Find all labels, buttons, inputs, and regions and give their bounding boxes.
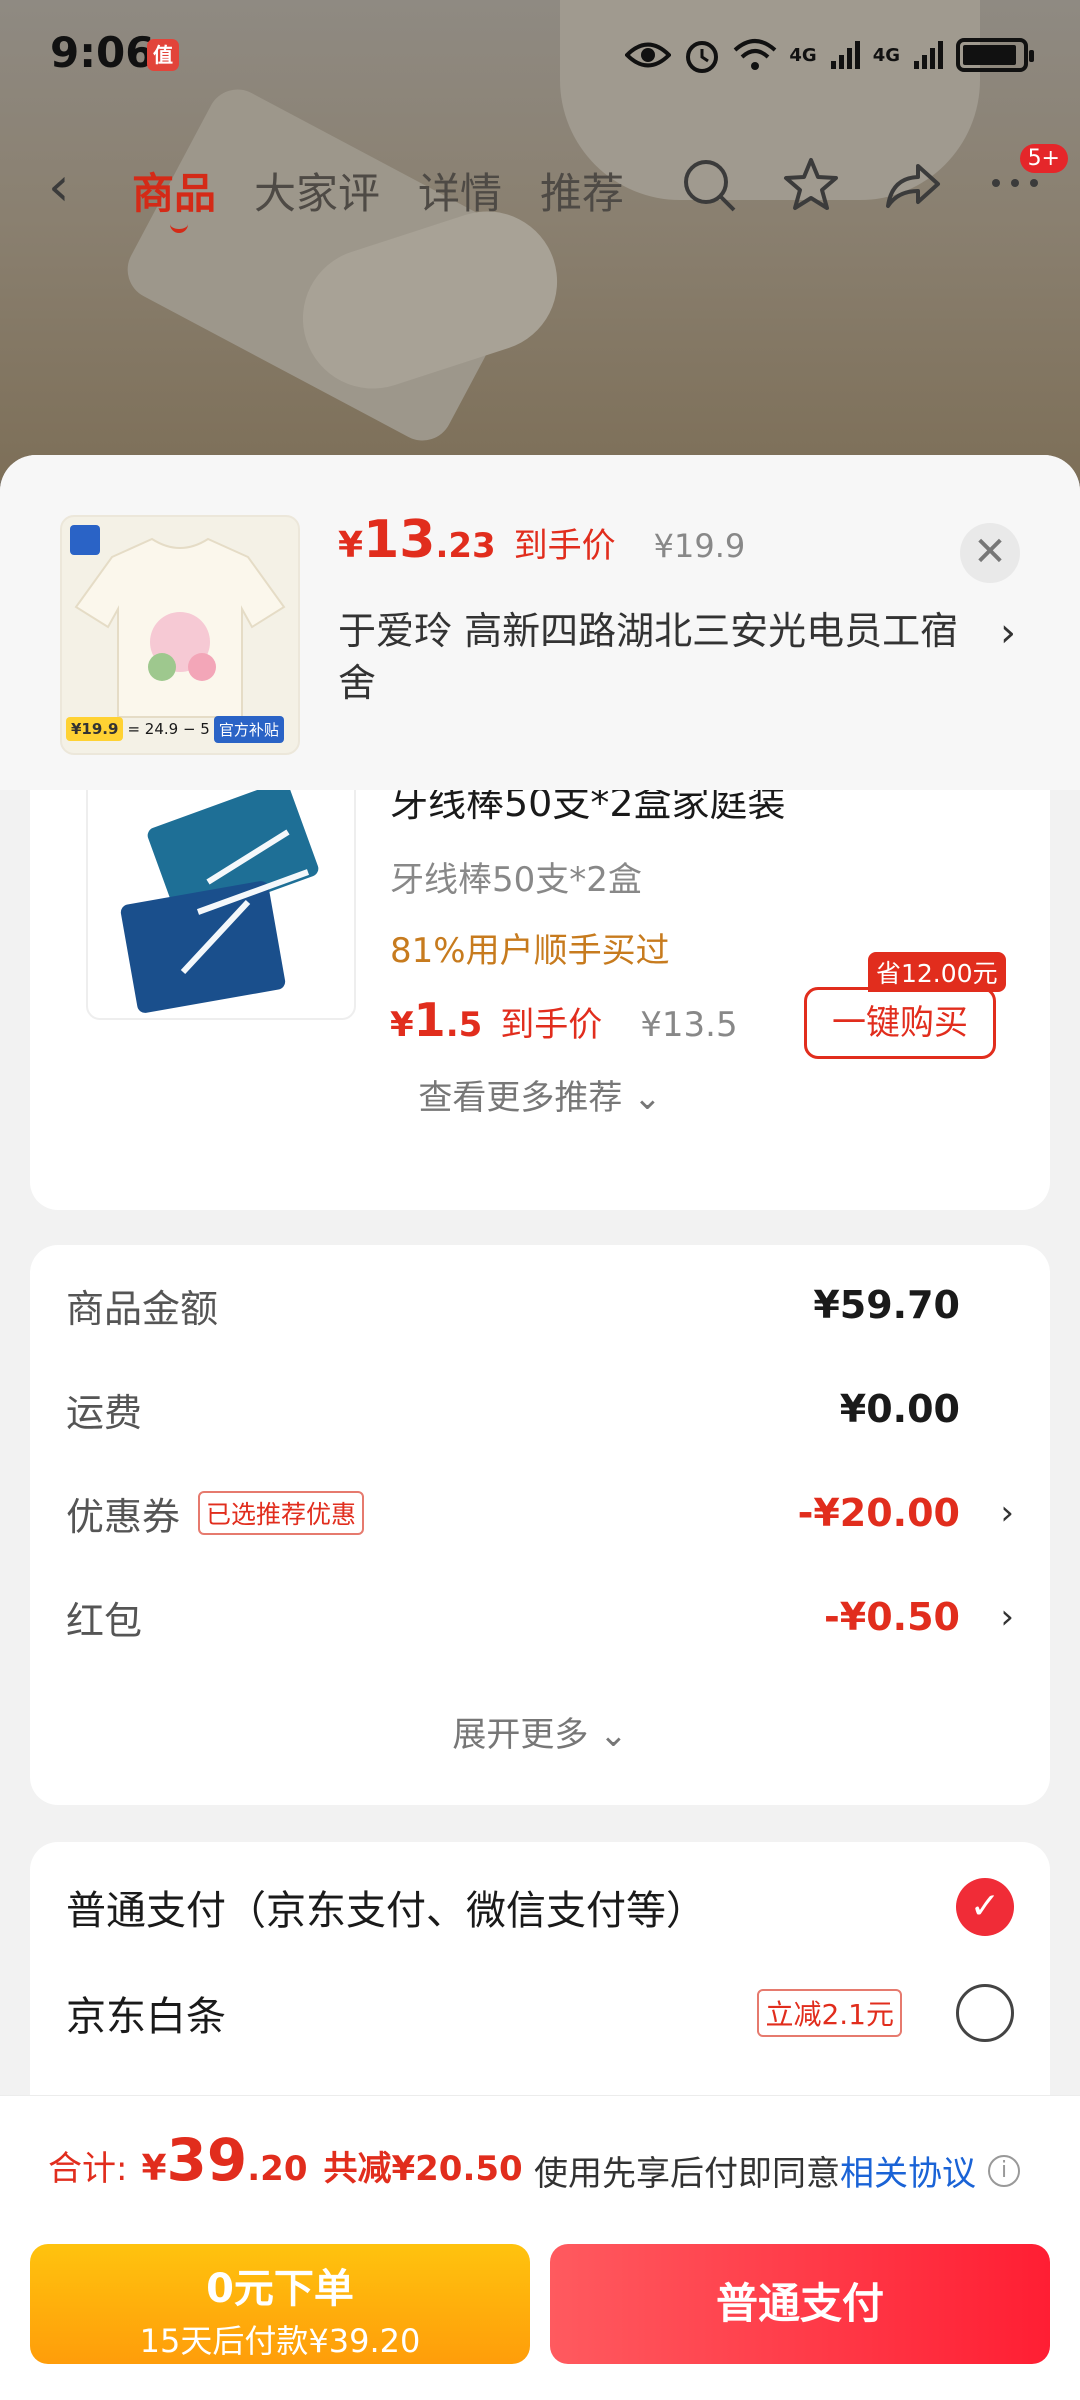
summary-row-subtotal: 商品金额 ¥59.70 <box>66 1275 1014 1335</box>
tab-product[interactable]: 商品 <box>132 160 216 233</box>
tab-recommend[interactable]: 推荐 <box>540 160 624 221</box>
agreement-link[interactable]: 相关协议 <box>840 2146 976 2195</box>
close-icon[interactable]: ✕ <box>960 523 1020 583</box>
share-icon[interactable] <box>882 154 944 216</box>
see-more-recommend[interactable]: 查看更多推荐 ⌄ <box>30 1070 1050 1119</box>
payment-label: 京东白条 <box>66 1994 226 2040</box>
eye-icon <box>625 42 672 68</box>
pay-later-title: 0元下单 <box>206 2266 354 2312</box>
chevron-right-icon[interactable]: › <box>1000 610 1016 656</box>
status-icons: 4G 4G <box>625 36 1034 74</box>
payment-label: 普通支付（京东支付、微信支付等） <box>66 1888 706 1934</box>
one-click-buy-button[interactable]: 一键购买 <box>804 987 996 1059</box>
info-icon[interactable]: i <box>988 2154 1020 2187</box>
price-label: 到手价 <box>513 526 616 566</box>
app-notification-icon: 值 <box>147 39 179 71</box>
summary-value: -¥20.00 <box>797 1491 960 1535</box>
tab-details[interactable]: 详情 <box>418 160 502 221</box>
product-thumbnail: ¥19.9 = 24.9 − 5 官方补贴 <box>60 515 300 755</box>
chevron-right-icon[interactable]: › <box>1000 1493 1014 1533</box>
recommend-price: ¥ 1 .5 到手价 ¥13.5 <box>390 993 738 1047</box>
total-decimal: .20 <box>247 2149 308 2189</box>
price-integer: 13 <box>363 510 436 570</box>
nav-actions: 5+ <box>678 144 1068 218</box>
summary-row-redpacket[interactable]: 红包 -¥0.50 › <box>66 1587 1014 1647</box>
pay-later-button[interactable]: 0元下单 15天后付款¥39.20 <box>30 2244 530 2364</box>
thumbnail-subsidy: 官方补贴 <box>213 715 284 743</box>
savings-badge: 省12.00元 <box>868 952 1006 992</box>
total-saved: 共减¥20.50 <box>323 2149 523 2189</box>
summary-label: 商品金额 <box>66 1286 219 1331</box>
expand-more[interactable]: 展开更多 ⌄ <box>30 1707 1050 1756</box>
price-currency: ¥ <box>338 525 364 566</box>
network-label: 4G <box>872 44 900 66</box>
back-icon[interactable]: ‹ <box>48 160 70 214</box>
signal-icon <box>914 41 943 69</box>
thumbnail-price-tag: ¥19.9 = 24.9 − 5 官方补贴 <box>66 711 284 747</box>
wifi-icon <box>734 39 777 70</box>
total-currency: ¥ <box>141 2148 167 2189</box>
total-label: 合计: <box>48 2149 128 2189</box>
recommend-buyers: 81%用户顺手买过 <box>390 931 670 971</box>
coupon-tag: 已选推荐优惠 <box>198 1491 365 1535</box>
floss-image <box>120 790 319 1013</box>
search-icon[interactable] <box>678 154 740 216</box>
payment-option-normal[interactable]: 普通支付（京东支付、微信支付等） ✓ <box>66 1872 1014 1942</box>
summary-value: ¥0.00 <box>839 1387 960 1431</box>
status-bar: 9:06 值 4G 4G <box>0 0 1080 110</box>
normal-pay-button[interactable]: 普通支付 <box>550 2244 1050 2364</box>
summary-label: 运费 <box>66 1390 143 1435</box>
recommend-product-image[interactable] <box>86 790 356 1020</box>
shipping-address[interactable]: 于爱玲 高新四路湖北三安光电员工宿舍 <box>338 605 978 709</box>
chevron-right-icon[interactable]: › <box>1000 1597 1014 1637</box>
thumbnail-price: ¥19.9 <box>66 717 124 741</box>
total-integer: 39 <box>166 2126 248 2194</box>
thumbnail-calc: = 24.9 − 5 <box>127 720 210 738</box>
product-nav-bar: ‹ 商品 大家评 详情 推荐 5+ <box>0 130 1080 240</box>
price-decimal: .5 <box>445 1005 483 1045</box>
sheet-header: ¥19.9 = 24.9 − 5 官方补贴 ¥ 13 .23 到手价 ¥19.9… <box>0 455 1080 790</box>
price-currency: ¥ <box>390 1005 414 1045</box>
checkmark-icon[interactable]: ✓ <box>956 1878 1014 1936</box>
summary-value: -¥0.50 <box>824 1595 960 1639</box>
summary-row-coupon[interactable]: 优惠券 已选推荐优惠 -¥20.00 › <box>66 1483 1014 1543</box>
status-time: 9:06 <box>50 28 155 77</box>
battery-icon <box>956 38 1034 72</box>
checkout-bottom-bar: 合计: ¥ 39 .20 共减¥20.50 使用先享后付即同意 相关协议 i 0… <box>0 2095 1080 2400</box>
alarm-icon <box>686 41 719 73</box>
message-count-badge: 5+ <box>1019 144 1068 173</box>
order-total: 合计: ¥ 39 .20 共减¥20.50 <box>48 2126 523 2194</box>
recommendation-card: 牙线棒50支*2盒家庭装 牙线棒50支*2盒 81%用户顺手买过 ¥ 1 .5 … <box>30 790 1050 1210</box>
recommend-spec: 牙线棒50支*2盒 <box>390 860 642 900</box>
price-integer: 1 <box>413 993 446 1047</box>
price-decimal: .23 <box>435 526 496 566</box>
agreement-notice: 使用先享后付即同意 相关协议 i <box>534 2146 1020 2195</box>
product-price: ¥ 13 .23 到手价 ¥19.9 <box>338 510 745 570</box>
price-label: 到手价 <box>500 1005 603 1045</box>
order-summary-card: 商品金额 ¥59.70 运费 ¥0.00 优惠券 已选推荐优惠 -¥20.00 … <box>30 1245 1050 1805</box>
network-label: 4G <box>789 44 817 66</box>
summary-value: ¥59.70 <box>813 1283 960 1327</box>
star-icon[interactable] <box>780 154 842 216</box>
nav-tabs: 商品 大家评 详情 推荐 <box>132 160 624 233</box>
summary-row-shipping: 运费 ¥0.00 <box>66 1379 1014 1439</box>
original-price: ¥13.5 <box>640 1005 738 1045</box>
recommend-title[interactable]: 牙线棒50支*2盒家庭装 <box>390 790 786 827</box>
payment-option-baitiao[interactable]: 京东白条 立减2.1元 <box>66 1978 1014 2048</box>
signal-icon <box>830 41 860 69</box>
more-menu[interactable]: 5+ <box>984 144 1068 218</box>
summary-label: 红包 <box>66 1598 143 1643</box>
original-price: ¥19.9 <box>653 527 746 565</box>
summary-label: 优惠券 <box>66 1494 181 1539</box>
agreement-text: 使用先享后付即同意 <box>534 2154 840 2194</box>
pay-later-subtitle: 15天后付款¥39.20 <box>139 2322 421 2360</box>
radio-button[interactable] <box>956 1984 1014 2042</box>
tab-reviews[interactable]: 大家评 <box>254 160 380 221</box>
discount-tag: 立减2.1元 <box>757 1989 902 2037</box>
